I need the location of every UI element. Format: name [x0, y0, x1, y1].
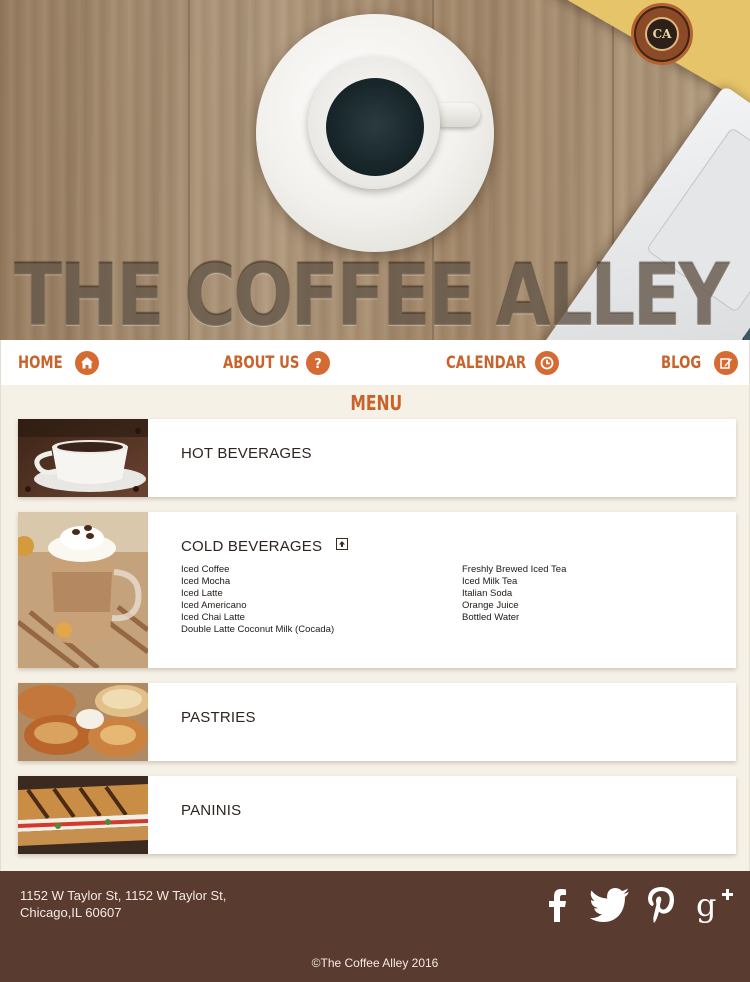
- menu-item[interactable]: Orange Juice: [462, 600, 566, 612]
- nav-calendar[interactable]: CALENDAR: [446, 340, 561, 385]
- google-plus-icon[interactable]: g: [694, 885, 736, 925]
- menu-item[interactable]: Bottled Water: [462, 612, 566, 624]
- clock-icon[interactable]: [535, 351, 559, 375]
- coffee-surface-image: [326, 78, 424, 176]
- menu-card-cold-beverages[interactable]: COLD BEVERAGES Iced Coffee Iced Mocha Ic…: [18, 512, 736, 668]
- twitter-icon[interactable]: [588, 885, 632, 925]
- collapse-icon[interactable]: [336, 538, 348, 550]
- address-line-2: Chicago,IL 60607: [20, 905, 122, 920]
- pastries-image: [18, 683, 148, 761]
- facebook-icon[interactable]: [540, 885, 574, 925]
- svg-text:?: ?: [314, 357, 322, 371]
- hot-beverages-title: HOT BEVERAGES: [181, 445, 312, 462]
- footer: 1152 W Taylor St, 1152 W Taylor St, Chic…: [0, 871, 750, 982]
- menu-item[interactable]: Double Latte Coconut Milk (Cocada): [181, 624, 334, 636]
- cold-beverages-title: COLD BEVERAGES: [181, 538, 323, 555]
- menu-item[interactable]: Italian Soda: [462, 588, 566, 600]
- menu-item[interactable]: Iced Milk Tea: [462, 576, 566, 588]
- menu-title: MENU: [350, 391, 402, 415]
- menu-item[interactable]: Iced Americano: [181, 600, 334, 612]
- menu-item[interactable]: Iced Chai Latte: [181, 612, 334, 624]
- menu-card-hot-beverages[interactable]: HOT BEVERAGES: [18, 419, 736, 497]
- hero-title: THE COFFEE ALLEY: [14, 246, 730, 340]
- menu-item[interactable]: Freshly Brewed Iced Tea: [462, 564, 566, 576]
- menu-card-paninis[interactable]: PANINIS: [18, 776, 736, 854]
- address: 1152 W Taylor St, 1152 W Taylor St, Chic…: [20, 887, 226, 921]
- address-line-1: 1152 W Taylor St, 1152 W Taylor St,: [20, 888, 227, 903]
- menu-item[interactable]: Iced Mocha: [181, 576, 334, 588]
- seal-monogram: CA: [645, 17, 679, 51]
- home-icon[interactable]: [75, 351, 99, 375]
- main-nav: HOME ABOUT US ? CALENDAR BLOG: [0, 340, 750, 385]
- brand-logo-seal: CA: [631, 3, 693, 65]
- hero-banner: CA THE COFFEE ALLEY: [0, 0, 750, 340]
- menu-item[interactable]: Iced Latte: [181, 588, 334, 600]
- cold-beverage-image: [18, 512, 148, 668]
- nav-home[interactable]: HOME: [18, 340, 102, 385]
- cold-beverages-list-left: Iced Coffee Iced Mocha Iced Latte Iced A…: [181, 564, 334, 636]
- nav-about-us[interactable]: ABOUT US ?: [223, 340, 333, 385]
- laptop-key: [740, 312, 750, 340]
- edit-icon[interactable]: [714, 351, 738, 375]
- nav-home-label: HOME: [18, 352, 63, 373]
- nav-blog[interactable]: BLOG: [661, 340, 741, 385]
- menu-item[interactable]: Iced Coffee: [181, 564, 334, 576]
- copyright: ©The Coffee Alley 2016: [311, 956, 439, 970]
- paninis-image: [18, 776, 148, 854]
- help-icon[interactable]: ?: [306, 351, 330, 375]
- svg-text:g: g: [696, 887, 716, 923]
- nav-about-label: ABOUT US: [223, 352, 300, 373]
- menu-section: MENU HOT BEVERAGES COLD BEVERAGES Iced C…: [0, 385, 750, 871]
- menu-title-wrap: MENU: [1, 391, 750, 415]
- menu-card-pastries[interactable]: PASTRIES: [18, 683, 736, 761]
- cold-beverages-list-right: Freshly Brewed Iced Tea Iced Milk Tea It…: [462, 564, 566, 624]
- nav-blog-label: BLOG: [661, 352, 702, 373]
- pinterest-icon[interactable]: [644, 885, 678, 925]
- hot-beverage-image: [18, 419, 148, 497]
- pastries-title: PASTRIES: [181, 709, 256, 726]
- nav-calendar-label: CALENDAR: [446, 352, 527, 373]
- paninis-title: PANINIS: [181, 802, 242, 819]
